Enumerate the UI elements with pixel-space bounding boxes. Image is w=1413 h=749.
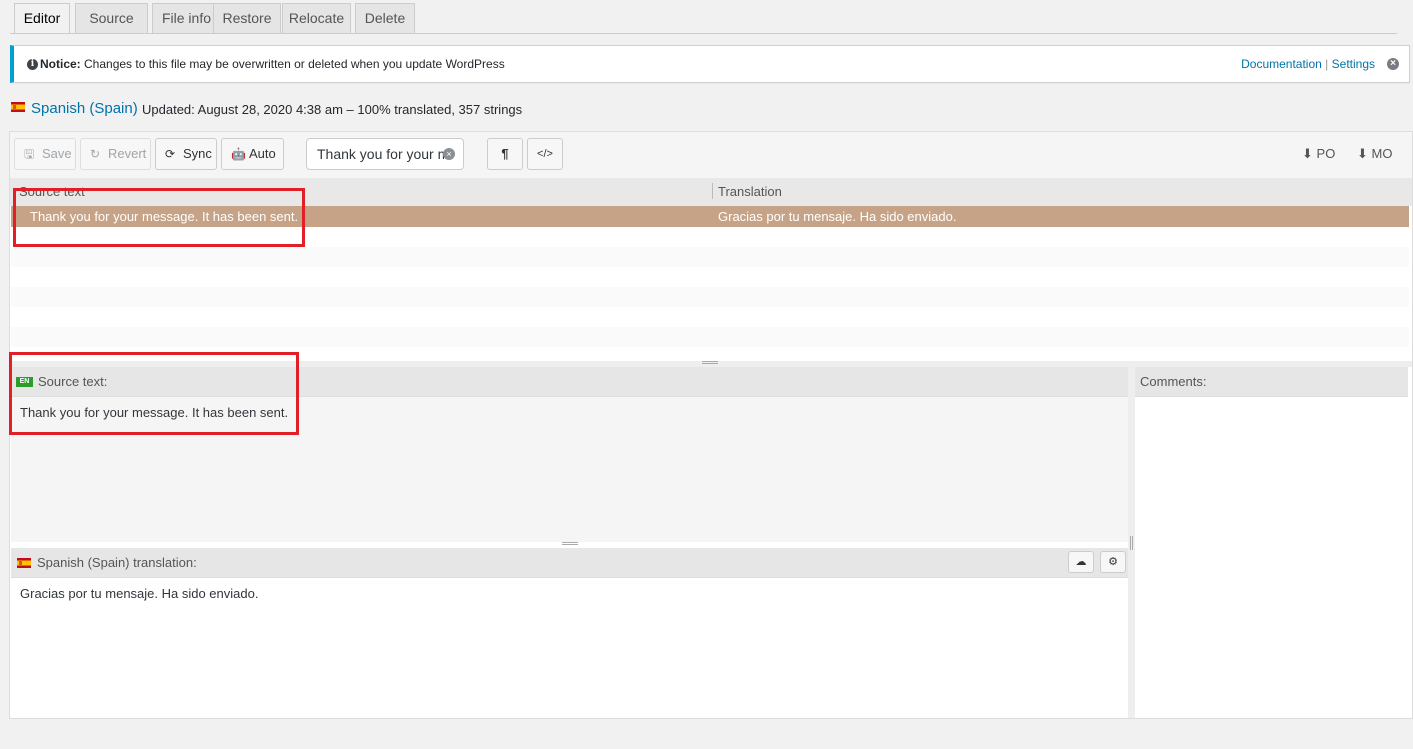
download-mo-button[interactable]: ⬇ MO (1357, 146, 1392, 162)
sync-button-label: Sync (183, 146, 212, 161)
empty-row (11, 307, 1409, 327)
tab-file-info[interactable]: File info (152, 3, 221, 34)
empty-row (11, 267, 1409, 287)
link-separator: | (1325, 57, 1329, 71)
robot-icon: 🤖 (231, 147, 246, 161)
info-icon: i (27, 59, 38, 70)
tab-restore[interactable]: Restore (213, 3, 281, 34)
auto-translate-button[interactable]: 🤖 Auto (221, 138, 284, 170)
search-field: × (306, 138, 464, 170)
column-header-translation[interactable]: Translation (718, 184, 782, 199)
download-icon: ⬇ (1302, 146, 1313, 161)
highlight-box (9, 352, 299, 435)
tabs-divider (10, 33, 1397, 34)
tab-delete[interactable]: Delete (355, 3, 415, 34)
comments-pane-title: Comments: (1140, 374, 1207, 389)
notice-links: Documentation | Settings (1241, 57, 1375, 71)
row-translation-cell: Gracias por tu mensaje. Ha sido enviado. (718, 209, 957, 224)
locale-name-link[interactable]: Spanish (Spain) (31, 100, 138, 117)
notice-text: Changes to this file may be overwritten … (84, 57, 505, 71)
tab-editor[interactable]: Editor (14, 3, 70, 34)
resize-handle[interactable] (702, 361, 718, 364)
auto-button-label: Auto (249, 146, 276, 161)
robot-icon: ⚙ (1108, 556, 1118, 568)
clear-search-icon[interactable]: × (443, 148, 455, 160)
settings-link[interactable]: Settings (1332, 57, 1375, 71)
notice-bar: i Notice: Changes to this file may be ov… (10, 45, 1410, 83)
translation-pane-title: Spanish (Spain) translation: (37, 555, 197, 570)
revert-icon: ↻ (90, 147, 101, 161)
notice-label: Notice: (40, 57, 81, 71)
tab-source[interactable]: Source (75, 3, 148, 34)
spain-flag-icon (17, 558, 31, 568)
mo-label: MO (1371, 146, 1393, 161)
cloud-icon: ☁ (1075, 556, 1087, 568)
resize-handle[interactable] (1130, 536, 1133, 550)
auto-suggest-button[interactable]: ⚙ (1100, 551, 1126, 573)
empty-row (11, 327, 1409, 347)
download-icon: ⬇ (1357, 146, 1368, 161)
translation-text: Gracias por tu mensaje. Ha sido enviado. (20, 586, 259, 601)
column-divider[interactable] (712, 183, 713, 199)
save-button[interactable]: 🖫 Save (14, 138, 76, 170)
notice-message: Notice: Changes to this file may be over… (40, 57, 505, 71)
empty-row (11, 247, 1409, 267)
revert-button[interactable]: ↻ Revert (80, 138, 151, 170)
sync-icon: ⟳ (165, 147, 176, 161)
tab-relocate[interactable]: Relocate (282, 3, 351, 34)
sync-button[interactable]: ⟳ Sync (155, 138, 217, 170)
empty-row (11, 287, 1409, 307)
code-view-toggle-button[interactable]: </> (527, 138, 563, 170)
download-po-button[interactable]: ⬇ PO (1302, 146, 1335, 162)
invisibles-toggle-button[interactable]: ¶ (487, 138, 523, 170)
po-label: PO (1316, 146, 1336, 161)
search-input[interactable] (308, 140, 444, 168)
save-button-label: Save (42, 146, 72, 161)
revert-button-label: Revert (108, 146, 147, 161)
save-icon: 🖫 (24, 147, 35, 161)
cloud-suggest-button[interactable]: ☁ (1068, 551, 1094, 573)
comments-textarea[interactable] (1135, 396, 1408, 717)
resize-handle[interactable] (562, 542, 578, 545)
locale-status: Updated: August 28, 2020 4:38 am – 100% … (142, 102, 523, 117)
documentation-link[interactable]: Documentation (1241, 57, 1322, 71)
highlight-box (13, 188, 305, 247)
spain-flag-icon (11, 102, 25, 112)
close-icon[interactable]: × (1387, 58, 1399, 70)
